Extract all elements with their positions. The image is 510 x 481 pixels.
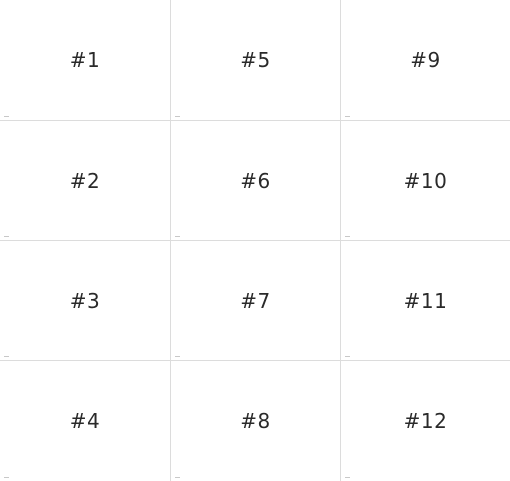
tile-footer-mark	[4, 477, 9, 478]
grid-tile-9[interactable]: #9	[341, 0, 510, 121]
grid-tile-3[interactable]: #3	[0, 241, 171, 361]
tile-label-3: #3	[69, 288, 101, 313]
tile-footer-mark	[175, 236, 180, 237]
tile-label-1: #1	[69, 48, 101, 72]
tile-label-5: #5	[240, 48, 271, 72]
tile-label-12: #12	[403, 409, 448, 433]
tile-footer-mark	[175, 116, 180, 117]
grid-tile-8[interactable]: #8	[171, 361, 341, 481]
thumbnail-grid: #1 #2 #3 #4 #5 #6 #7 #8 #9 #10 #11 #12	[0, 0, 510, 481]
tile-footer-mark	[4, 236, 9, 237]
tile-label-2: #2	[69, 168, 101, 193]
tile-label-8: #8	[240, 409, 271, 433]
tile-label-6: #6	[240, 168, 271, 193]
grid-tile-4[interactable]: #4	[0, 361, 171, 481]
grid-tile-1[interactable]: #1	[0, 0, 171, 121]
tile-label-10: #10	[403, 168, 448, 193]
tile-footer-mark	[345, 116, 350, 117]
grid-tile-5[interactable]: #5	[171, 0, 341, 121]
tile-footer-mark	[345, 356, 350, 357]
tile-footer-mark	[4, 356, 9, 357]
grid-tile-6[interactable]: #6	[171, 121, 341, 241]
tile-label-7: #7	[240, 288, 271, 313]
tile-footer-mark	[345, 477, 350, 478]
tile-footer-mark	[4, 116, 9, 117]
grid-tile-10[interactable]: #10	[341, 121, 510, 241]
grid-tile-11[interactable]: #11	[341, 241, 510, 361]
grid-tile-12[interactable]: #12	[341, 361, 510, 481]
tile-footer-mark	[175, 356, 180, 357]
tile-label-11: #11	[403, 288, 448, 313]
grid-tile-7[interactable]: #7	[171, 241, 341, 361]
tile-label-4: #4	[69, 409, 101, 433]
tile-footer-mark	[345, 236, 350, 237]
grid-tile-2[interactable]: #2	[0, 121, 171, 241]
tile-label-9: #9	[410, 48, 441, 72]
tile-footer-mark	[175, 477, 180, 478]
